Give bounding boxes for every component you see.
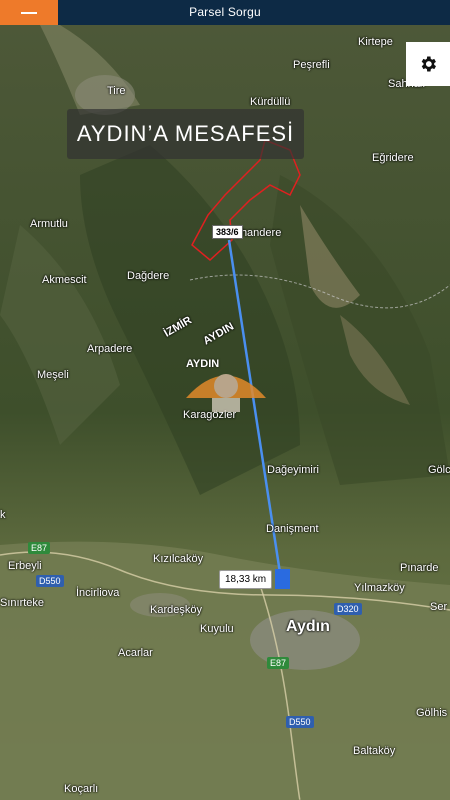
- top-bar: Parsel Sorgu: [0, 0, 450, 25]
- road-label: E87: [28, 542, 51, 554]
- map-label: Pınarde: [400, 562, 439, 574]
- map-label: Ser: [430, 601, 448, 613]
- parcel-number-label: 383/6: [212, 225, 243, 239]
- map-label: Arpadere: [87, 343, 133, 355]
- map-label: Armutlu: [30, 218, 68, 230]
- distance-label: 18,33 km: [219, 570, 273, 589]
- map-label: Peşrefli: [293, 59, 330, 71]
- satellite-map[interactable]: Kirtepe Peşrefli Sahnalı Tire Kürdüllü E…: [0, 25, 450, 800]
- map-label: Kızılcaköy: [153, 553, 204, 565]
- map-label: Gölcü: [428, 464, 450, 476]
- map-label: Kirtepe: [358, 36, 393, 48]
- map-label: Acarlar: [118, 647, 153, 659]
- map-label: Danişment: [266, 523, 319, 535]
- map-label: Kuyulu: [200, 623, 234, 635]
- map-label: Meşeli: [37, 369, 69, 381]
- map-label: Kürdüllü: [250, 96, 291, 108]
- road-label: D320: [334, 603, 362, 615]
- map-label: Erbeyli: [8, 560, 42, 572]
- map-label: k: [0, 509, 6, 521]
- distance-title-banner: AYDIN’A MESAFESİ: [67, 109, 304, 159]
- map-label: Baltaköy: [353, 745, 396, 757]
- map-label: Gölhis: [416, 707, 448, 719]
- settings-button[interactable]: [406, 42, 450, 86]
- road-label: D550: [286, 716, 314, 728]
- map-label: Dağeyimiri: [267, 464, 319, 476]
- map-label: Tire: [107, 85, 126, 97]
- map-label: Eğridere: [372, 152, 414, 164]
- logo-text: AYDIN: [186, 358, 220, 370]
- gear-icon: [421, 56, 436, 72]
- map-label: Akmescit: [42, 274, 87, 286]
- map-label: Kardeşköy: [150, 604, 202, 616]
- map-label: Sınırteke: [0, 597, 45, 609]
- road-label: E87: [267, 657, 290, 669]
- map-label: Dağdere: [127, 270, 170, 282]
- road-label: D550: [36, 575, 64, 587]
- map-label: İncirliova: [76, 587, 120, 599]
- route-endpoint-marker: [275, 569, 290, 589]
- map-label: Aydın: [286, 618, 330, 635]
- map-label: Koçarlı: [64, 783, 99, 795]
- map-label: Yılmazköy: [354, 582, 405, 594]
- page-title: Parsel Sorgu: [189, 5, 261, 19]
